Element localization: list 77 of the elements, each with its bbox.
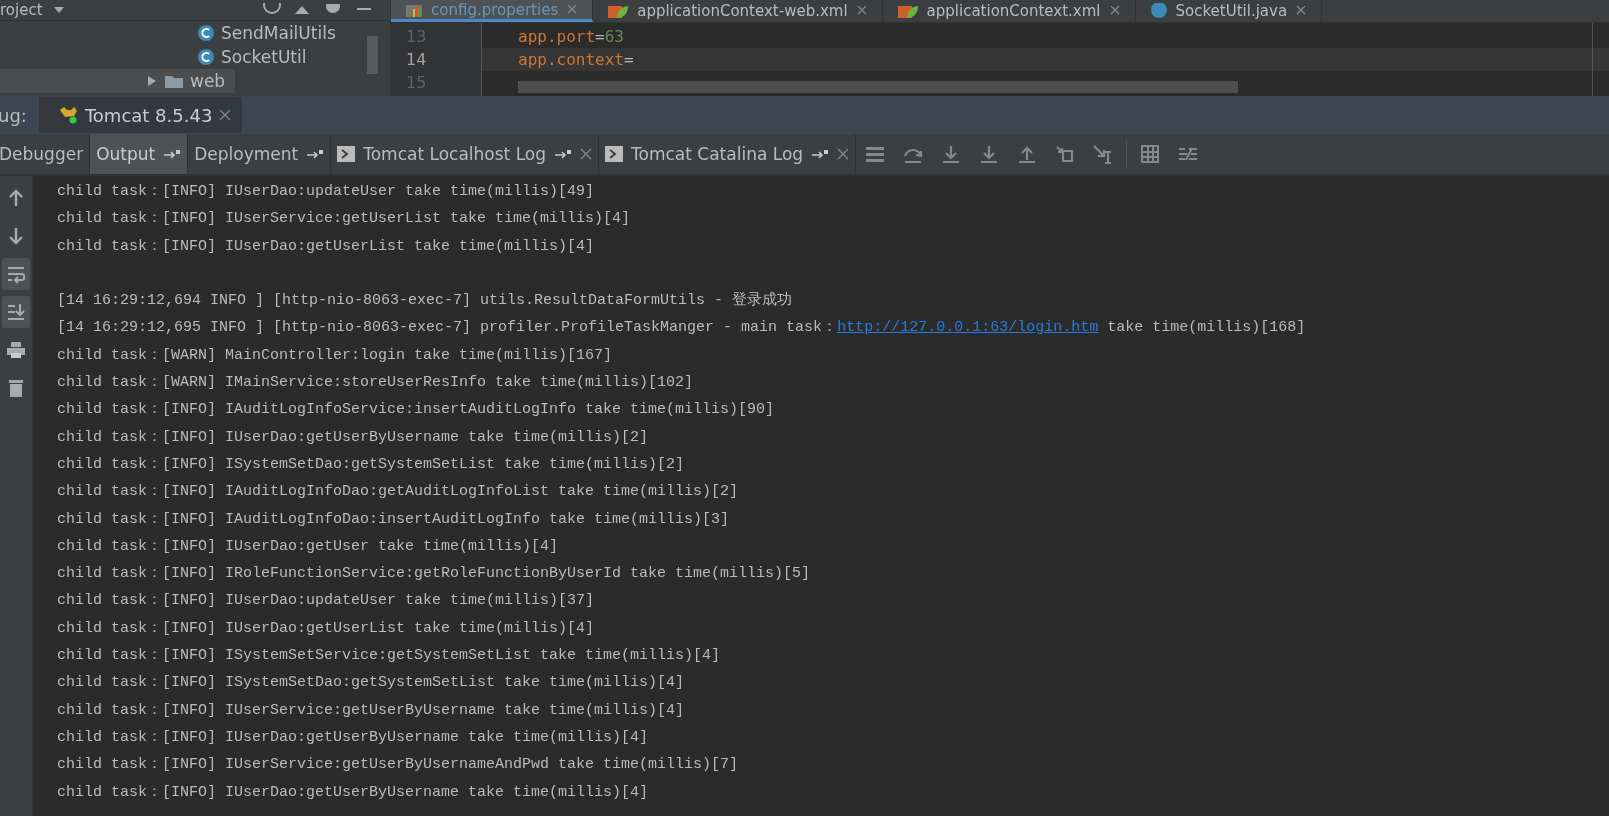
expand-arrow-icon[interactable] xyxy=(146,75,158,87)
print-icon xyxy=(6,340,26,360)
scrollbar[interactable] xyxy=(518,81,1238,93)
log-line: child task：[INFO] IAuditLogInfoService:insertAuditLogInfo take time(millis)[90] xyxy=(57,400,775,421)
scroll-button[interactable] xyxy=(2,296,30,328)
wrap-icon xyxy=(6,264,26,284)
leaf-icon xyxy=(607,4,630,18)
log-line: child task：[INFO] IUserDao:getUserByUsername take time(millis)[2] xyxy=(57,427,649,448)
menu-icon[interactable] xyxy=(864,144,887,164)
close-icon[interactable] xyxy=(566,4,579,15)
panel-title[interactable]: roject xyxy=(0,1,43,19)
close-icon[interactable] xyxy=(855,6,868,16)
tree-item[interactable]: SendMailUtils xyxy=(0,21,336,45)
equals-sign: = xyxy=(595,27,605,46)
bar-chart-icon xyxy=(405,2,423,17)
console-icon xyxy=(605,146,624,162)
tool-tab[interactable]: Tomcat Localhost Log xyxy=(331,134,600,174)
class-icon xyxy=(1149,3,1168,19)
class-icon xyxy=(197,48,215,66)
editor-tab[interactable]: applicationContext-web.xml xyxy=(593,0,883,22)
collapse-icon[interactable] xyxy=(292,4,312,16)
editor-tab[interactable]: applicationContext.xml xyxy=(882,0,1136,22)
down-icon xyxy=(6,226,26,246)
log-line: child task：[INFO] IUserDao:getUserList take time(millis)[4] xyxy=(57,618,595,639)
log-line: child task：[INFO] IUserDao:updateUser take time(millis)[49] xyxy=(57,182,595,202)
log-line: child task：[WARN] IMainService:storeUserResInfo take time(millis)[102] xyxy=(57,373,694,394)
pin-icon[interactable] xyxy=(554,149,573,159)
property-key: app.context xyxy=(518,50,624,69)
trash-icon xyxy=(6,378,26,398)
tool-tab[interactable]: Output xyxy=(90,134,189,174)
panel-label: ug: xyxy=(0,104,28,126)
log-line: child task：[INFO] IAuditLogInfoDao:insertAuditLogInfo take time(millis)[3] xyxy=(57,509,730,530)
log-line: [14 16:29:12,695 INFO ] [http-nio-8063-exec-7] profiler.ProfileTaskManger - main task：http://127.0.0.1:63/login.htm take time(millis)[168] xyxy=(57,318,1306,339)
log-line: child task：[INFO] ISystemSetService:getSystemSetList take time(millis)[4] xyxy=(57,646,721,667)
line-number: 14 xyxy=(405,49,428,71)
log-line: child task：[INFO] IAuditLogInfoDao:getAuditLogInfoList take time(millis)[2] xyxy=(57,482,739,503)
log-line: child task：[INFO] IUserDao:getUserByUsername take time(millis)[4] xyxy=(57,727,649,748)
pin-icon[interactable] xyxy=(163,149,182,159)
scroll-icon xyxy=(6,302,26,322)
log-line: child task：[INFO] IUserService:getUserList take time(millis)[4] xyxy=(57,209,631,230)
close-icon[interactable] xyxy=(837,148,850,160)
pin-icon[interactable] xyxy=(306,149,325,159)
close-icon[interactable] xyxy=(1295,6,1308,16)
leaf-icon xyxy=(896,4,919,18)
tool-tab[interactable]: Deployment xyxy=(188,134,332,174)
url-link[interactable]: http://127.0.0.1:63/login.htm xyxy=(837,319,1099,337)
log-line: child task：[INFO] IUserDao:getUserList take time(millis)[4] xyxy=(57,236,595,257)
wrap-button[interactable] xyxy=(2,258,30,290)
console-icon xyxy=(337,146,356,162)
session-tab[interactable]: Tomcat 8.5.43 xyxy=(38,97,243,133)
log-line: child task：[INFO] IRoleFunctionService:getRoleFunctionByUserId take time(millis)[5] xyxy=(57,564,811,585)
table-icon[interactable] xyxy=(1139,144,1162,164)
tree-item[interactable]: SocketUtil xyxy=(0,45,307,69)
editor-tab[interactable]: SocketUtil.java xyxy=(1135,0,1323,22)
minimize-icon[interactable] xyxy=(354,7,374,13)
scrollbar[interactable] xyxy=(367,36,378,74)
close-icon[interactable] xyxy=(580,148,593,160)
close-icon[interactable] xyxy=(1108,6,1121,16)
log-line: child task：[INFO] IUserDao:getUserByUsername take time(millis)[4] xyxy=(57,782,649,803)
close-icon[interactable] xyxy=(218,109,233,121)
equals-sign: = xyxy=(623,50,634,69)
folder-icon xyxy=(164,73,184,89)
property-value: 63 xyxy=(604,27,624,46)
log-line: child task：[INFO] IUserDao:getUser take time(millis)[4] xyxy=(57,536,559,557)
log-line: child task：[INFO] ISystemSetDao:getSystemSetList take time(millis)[4] xyxy=(57,673,685,694)
class-icon xyxy=(197,24,215,42)
log-line: child task：[WARN] MainController:login take time(millis)[167] xyxy=(57,345,613,366)
log-line: child task：[INFO] IUserDao:updateUser take time(millis)[37] xyxy=(57,591,595,612)
log-line: child task：[INFO] ISystemSetDao:getSystemSetList take time(millis)[2] xyxy=(57,454,685,475)
caret-icon[interactable] xyxy=(52,6,65,14)
log-line: child task：[INFO] IUserService:getUserByUsername take time(millis)[4] xyxy=(57,700,685,721)
property-key: app.port xyxy=(518,27,596,46)
log-line: child task：[INFO] IUserService:getUserByUsernameAndPwd take time(millis)[7] xyxy=(57,755,739,776)
tool-tab[interactable]: Tomcat Catalina Log xyxy=(599,134,857,174)
log-line: [14 16:29:12,694 INFO ] [http-nio-8063-exec-7] utils.ResultDataFormUtils - 登录成功 xyxy=(57,290,793,312)
pin-icon[interactable] xyxy=(811,149,830,159)
tree-item[interactable]: web xyxy=(0,69,236,93)
